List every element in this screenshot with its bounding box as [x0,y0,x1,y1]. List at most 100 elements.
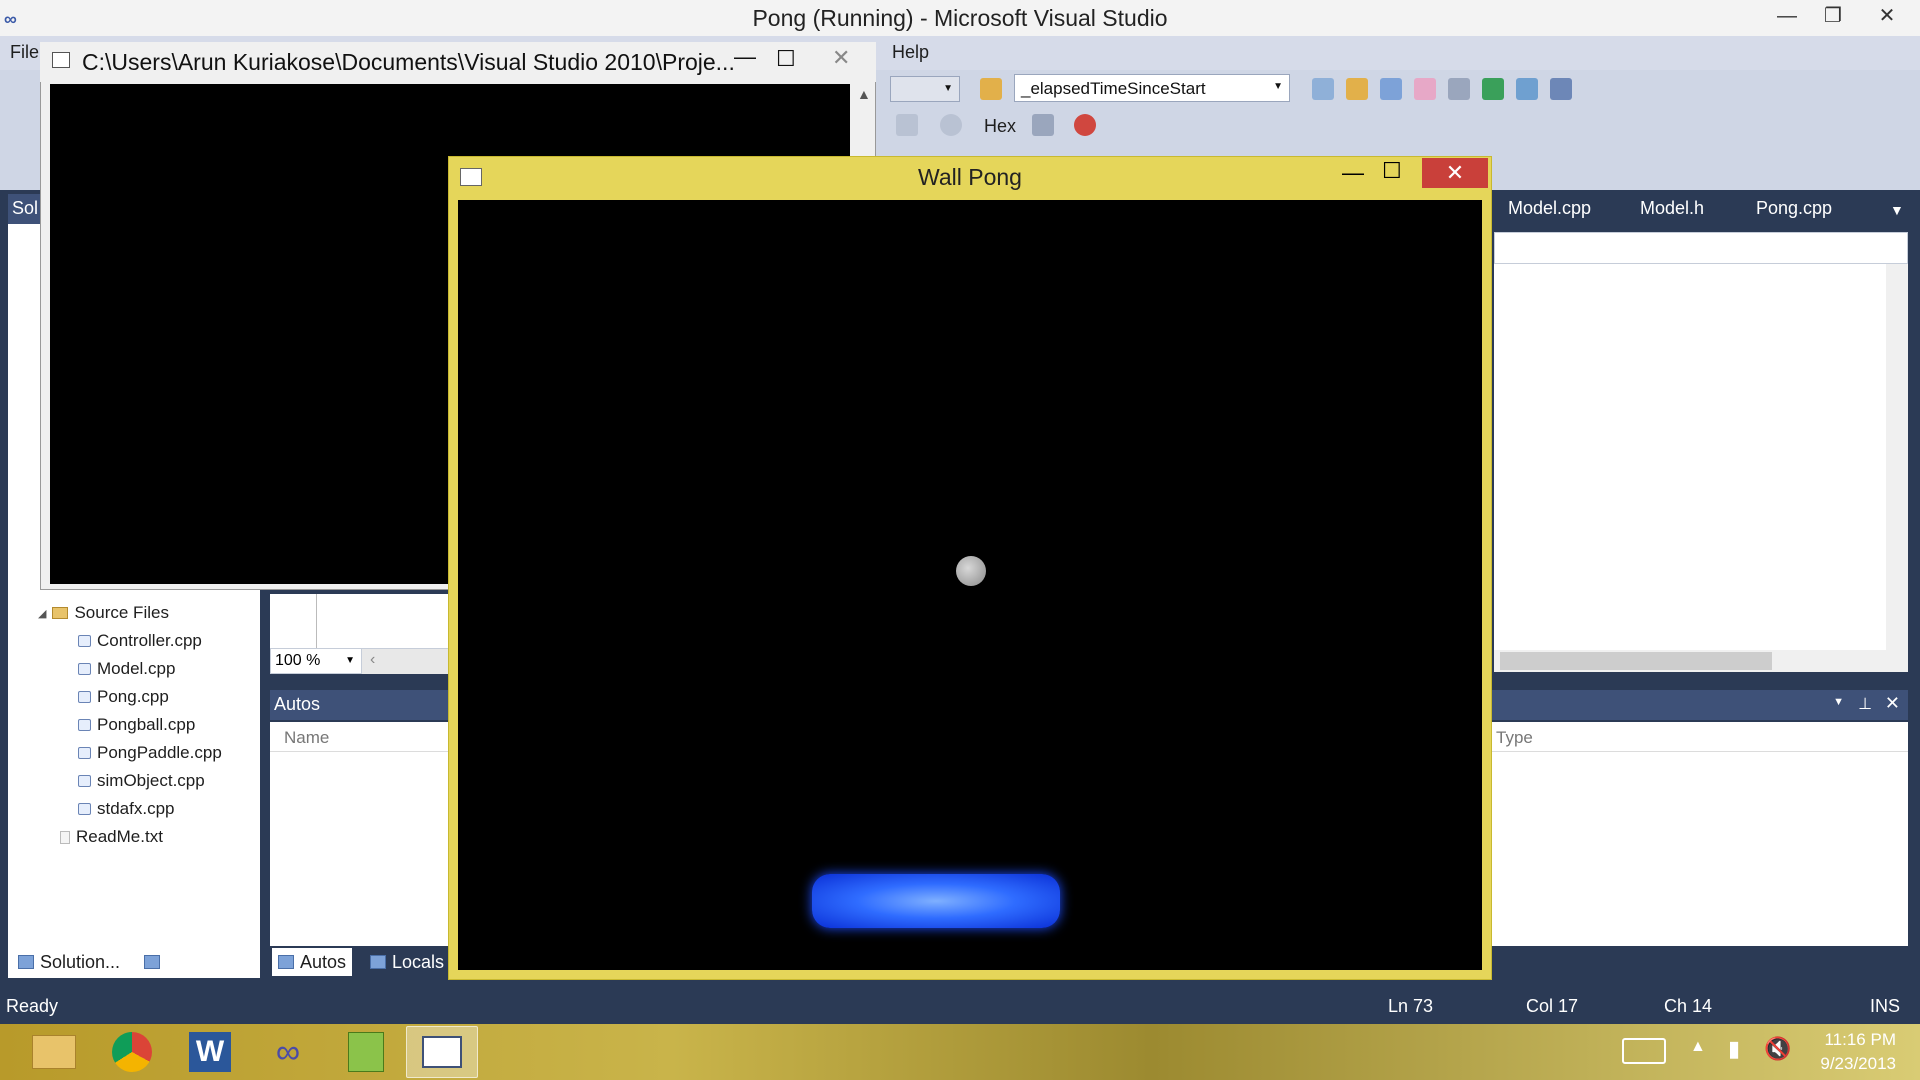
status-line: Ln 73 [1388,996,1434,1016]
tree-folder-source-files[interactable]: ◢ Source Files [38,603,169,623]
tree-item-pongball-cpp[interactable]: Pongball.cpp [78,715,195,735]
menu-help[interactable]: Help [892,42,929,63]
tab-pong-cpp[interactable]: Pong.cpp [1756,198,1832,219]
collapse-arrow-icon[interactable]: ◢ [38,607,46,620]
tab-label: Class Vi... [166,951,247,972]
tab-model-cpp[interactable]: Model.cpp [1508,198,1591,219]
text-file-icon [60,830,70,844]
function-combo-value: _elapsedTimeSinceStart [1021,79,1206,98]
pong-paddle [812,874,1060,928]
locals-tab-icon [370,955,386,969]
volume-muted-icon[interactable]: 🔇 [1764,1036,1791,1062]
power-icon[interactable]: ▮ [1728,1036,1740,1062]
vs-minimize-button[interactable]: — [1764,0,1810,32]
status-column: Col 17 [1526,996,1579,1016]
word-icon[interactable]: W [174,1026,246,1078]
extension-manager-icon[interactable] [1482,78,1504,100]
window-position-icon[interactable]: ▼ [1833,696,1844,708]
scroll-up-icon[interactable]: ▲ [857,86,871,102]
console-maximize-button[interactable]: ☐ [776,46,796,72]
console-close-button[interactable]: ✕ [832,45,850,71]
class-view-tab-icon [144,955,160,969]
file-explorer-icon[interactable] [18,1026,90,1078]
windows-taskbar: W ∞ ▲ ▮ 🔇 11:16 PM 9/23/2013 [0,1024,1920,1080]
class-view-icon[interactable] [1516,78,1538,100]
notepad-app-icon[interactable] [330,1026,402,1078]
tree-item-model-cpp[interactable]: Model.cpp [78,659,175,679]
console-vertical-scrollbar[interactable]: ▲ [852,84,874,154]
pong-minimize-button[interactable]: — [1342,160,1364,186]
toolbox-icon[interactable] [1448,78,1470,100]
tab-label: Solution... [40,951,121,972]
wall-pong-taskbar-icon[interactable] [406,1026,478,1078]
object-browser-icon[interactable] [1414,78,1436,100]
tree-item-pong-cpp[interactable]: Pong.cpp [78,687,169,707]
tab-label: Locals [392,951,445,972]
tree-item-stdafx-cpp[interactable]: stdafx.cpp [78,799,175,819]
vs-close-button[interactable]: ✕ [1864,0,1910,32]
code-editor-partial[interactable] [270,594,450,648]
tab-overflow-icon[interactable]: ▼ [1890,202,1904,218]
console-window-title: C:\Users\Arun Kuriakose\Documents\Visual… [82,49,735,75]
wall-pong-title-bar[interactable]: Wall Pong — ☐ ✕ [448,156,1492,198]
show-threads-icon[interactable] [1032,114,1054,136]
hex-toggle[interactable]: Hex [984,116,1016,137]
cpp-file-icon [78,747,91,759]
column-name[interactable]: Name [284,728,329,748]
tree-item-simobject-cpp[interactable]: simObject.cpp [78,771,205,791]
pong-maximize-button[interactable]: ☐ [1382,158,1402,184]
breakpoint-icon[interactable] [1074,114,1096,136]
close-icon[interactable]: ✕ [1885,693,1900,714]
menu-file[interactable]: File [10,42,39,63]
vs-restore-button[interactable]: ❐ [1810,0,1856,32]
pin-icon[interactable]: ⊥ [1858,694,1872,714]
pong-close-button[interactable]: ✕ [1422,158,1488,188]
vs-window-title: Pong (Running) - Microsoft Visual Studio [752,5,1168,31]
tree-item-label: ReadMe.txt [76,827,163,846]
properties-icon[interactable] [1380,78,1402,100]
tree-item-pongpaddle-cpp[interactable]: PongPaddle.cpp [78,743,222,763]
show-hidden-icons-icon[interactable]: ▲ [1690,1038,1706,1056]
console-app-icon [52,52,70,68]
console-title-bar[interactable]: C:\Users\Arun Kuriakose\Documents\Visual… [40,42,876,82]
column-type[interactable]: Type [1496,728,1533,748]
function-combo[interactable]: _elapsedTimeSinceStart ▼ [1014,74,1290,102]
editor-member-dropdown[interactable] [1494,232,1908,264]
tab-model-h[interactable]: Model.h [1640,198,1704,219]
tab-solution-explorer[interactable]: Solution... [12,948,136,976]
cpp-file-icon [78,719,91,731]
chrome-icon[interactable] [96,1026,168,1078]
tree-item-label: PongPaddle.cpp [97,743,222,762]
editor-vertical-scrollbar[interactable] [1886,264,1908,650]
config-combo[interactable]: ▼ [890,76,960,102]
zoom-value: 100 % [275,652,321,669]
editor-horizontal-scrollbar-left[interactable]: ‹ [362,648,452,674]
status-insert-mode: INS [1870,996,1901,1016]
tab-class-view[interactable]: Class Vi... [138,948,253,976]
tree-item-label: stdafx.cpp [97,799,175,818]
tree-item-readme-txt[interactable]: ReadMe.txt [60,827,163,847]
clock-time: 11:16 PM [1824,1030,1896,1049]
cpp-file-icon [78,663,91,675]
solution-explorer-icon[interactable] [1346,78,1368,100]
console-minimize-button[interactable]: — [734,44,756,70]
tab-autos[interactable]: Autos [272,948,353,976]
solution-explorer-title: Sol [12,198,39,218]
cpp-file-icon [78,635,91,647]
zoom-combo[interactable]: 100 % ▼ [270,648,362,674]
tree-item-label: Model.cpp [97,659,176,678]
visual-studio-icon[interactable]: ∞ [252,1026,324,1078]
find-icon[interactable] [1312,78,1334,100]
editor-horizontal-thumb[interactable] [1500,652,1772,670]
quickwatch-icon[interactable] [940,114,962,136]
system-clock[interactable]: 11:16 PM 9/23/2013 [1820,1028,1896,1076]
open-folder-icon[interactable] [980,78,1002,100]
solution-explorer-tab-icon [18,955,34,969]
code-editor[interactable] [1494,264,1908,650]
command-window-icon[interactable] [1550,78,1572,100]
tab-locals[interactable]: Locals [364,948,450,976]
scroll-left-icon[interactable]: ‹ [370,651,375,669]
tree-item-controller-cpp[interactable]: Controller.cpp [78,631,202,651]
keyboard-icon[interactable] [1622,1038,1666,1064]
stack-frame-icon[interactable] [896,114,918,136]
